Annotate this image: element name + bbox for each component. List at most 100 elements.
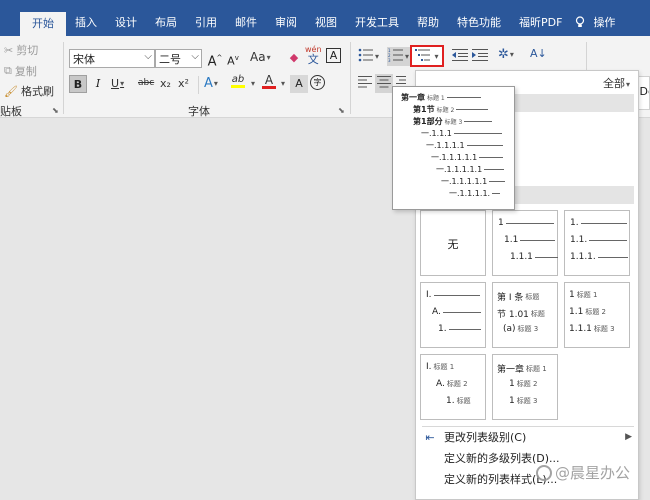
clear-formatting-button[interactable]: ◆ [285, 49, 303, 67]
italic-button[interactable]: I [89, 75, 107, 93]
watermark-logo-icon [536, 464, 552, 481]
shrink-font-button[interactable]: Av [224, 49, 242, 68]
highlight-color-bar [231, 85, 245, 88]
text-effects-button[interactable]: A ▾ [204, 76, 218, 91]
dropdown-icon: ▾ [509, 50, 514, 59]
tab-insert[interactable]: 插入 [66, 10, 106, 36]
preview-line: 一.1.1.1 [421, 128, 502, 139]
list-thumbnail-none[interactable]: 无 [420, 210, 486, 276]
tab-foxit-pdf[interactable]: 福昕PDF [510, 10, 571, 36]
list-thumbnail-outline[interactable]: I. A. 1. [420, 282, 486, 348]
font-color-button[interactable]: A [262, 74, 276, 89]
list-level-line: 1.1 [504, 235, 556, 245]
strikethrough-button[interactable]: abc [138, 78, 154, 88]
tab-developer[interactable]: 开发工具 [346, 10, 408, 36]
tab-design[interactable]: 设计 [106, 10, 146, 36]
character-shading-button[interactable]: A [290, 75, 308, 93]
list-thumbnail-chapter[interactable]: 第一章 标题 1 1 标题 2 1 标题 3 [492, 354, 558, 420]
superscript-button[interactable]: x² [178, 77, 189, 90]
highlight-button[interactable]: ab [231, 75, 245, 88]
sort-button[interactable]: A↓ [530, 47, 547, 60]
underline-button[interactable]: U ▾ [111, 77, 124, 90]
tab-mailings[interactable]: 邮件 [226, 10, 266, 36]
level-rule [580, 222, 627, 224]
font-color-dropdown-icon[interactable]: ▾ [281, 79, 285, 88]
list-thumbnail-heading-numeric[interactable]: 1 标题 1 1.1 标题 2 1.1.1 标题 3 [564, 282, 630, 348]
level-rule [446, 97, 481, 98]
bullets-button[interactable]: ▾ [358, 48, 379, 65]
font-name-combo[interactable]: 宋体 ⌵ [69, 49, 155, 68]
multilevel-list-button[interactable]: ▾ [410, 45, 444, 67]
preview-line: 第一章 标题 1 [401, 92, 481, 103]
align-left-button[interactable] [358, 76, 372, 91]
level-rule [433, 294, 480, 296]
list-thumbnail-article-section[interactable]: 第 I 条标题 节 1.01 标题 (a) 标题 3 [492, 282, 558, 348]
level-rule [456, 109, 489, 110]
level-rule [597, 256, 628, 258]
list-level-line: 1.1.1 标题 3 [569, 324, 615, 334]
list-thumbnail-heading-outline[interactable]: I. 标题 1 A. 标题 2 1. 标题 [420, 354, 486, 420]
gallery-filter-dropdown[interactable]: 全部▾ [603, 75, 630, 91]
change-level-icon: ⇤ [425, 430, 435, 444]
subscript-button[interactable]: x₂ [160, 77, 171, 90]
chinese-layout-button[interactable]: ✲ ▾ [498, 47, 514, 62]
list-preview-tooltip: 第一章 标题 1 第1节 标题 2 第1部分 标题 3 一.1.1.1 一.1.1.1… [392, 86, 515, 210]
group-divider [63, 42, 64, 114]
decrease-indent-button[interactable] [452, 48, 468, 65]
list-level-line: I. [426, 290, 480, 300]
tab-special-features[interactable]: 特色功能 [448, 10, 510, 36]
font-inner-divider [198, 76, 199, 94]
enclose-characters-button[interactable]: 字 [310, 75, 325, 90]
level-rule [466, 145, 503, 146]
level-rule [448, 328, 481, 330]
align-center-button[interactable] [375, 74, 393, 93]
paintbrush-icon: 🖌 [4, 84, 18, 98]
bold-button[interactable]: B [69, 75, 87, 93]
font-group-label: 字体 [188, 105, 210, 118]
level-rule [489, 181, 506, 182]
format-painter-button[interactable]: 🖌 格式刷 [4, 83, 54, 99]
chevron-down-icon: ⌵ [191, 51, 199, 62]
list-thumbnail-numeric[interactable]: 1 1.1 1.1.1 [492, 210, 558, 276]
tab-home[interactable]: 开始 [20, 12, 66, 36]
preview-line: 一.1.1.1.1.1 [431, 152, 504, 163]
tab-layout[interactable]: 布局 [146, 10, 186, 36]
preview-line: 一.1.1.1.1. [449, 188, 501, 199]
phonetic-guide-button[interactable]: wén 文 [305, 45, 322, 65]
tab-help[interactable]: 帮助 [408, 10, 448, 36]
title-bar [0, 0, 650, 10]
level-rule [534, 256, 558, 258]
list-level-line: I. 标题 1 [426, 362, 455, 372]
clipboard-dialog-launcher-icon[interactable]: ⬊ [52, 106, 59, 115]
grow-font-button[interactable]: A^ [206, 49, 224, 69]
tab-review[interactable]: 审阅 [266, 10, 306, 36]
increase-indent-button[interactable] [472, 48, 488, 65]
font-dialog-launcher-icon[interactable]: ⬊ [338, 106, 345, 115]
ribbon-tab-bar: 开始 插入 设计 布局 引用 邮件 审阅 视图 开发工具 帮助 特色功能 福昕P… [0, 10, 650, 36]
character-border-button[interactable]: A [326, 48, 341, 63]
list-level-line: A. [432, 307, 481, 317]
highlight-dropdown-icon[interactable]: ▾ [251, 79, 255, 88]
tab-tell-me[interactable]: 操作 [589, 10, 619, 36]
watermark: @晨星办公 [536, 462, 630, 483]
list-thumbnail-numeric-dot[interactable]: 1. 1.1. 1.1.1. [564, 210, 630, 276]
cut-button[interactable]: ✂ 剪切 [4, 42, 38, 58]
copy-button[interactable]: ⧉ 复制 [4, 63, 37, 79]
svg-text:3: 3 [388, 58, 391, 62]
change-list-level-menu-item[interactable]: ⇤ 更改列表级别(C) ▶ [416, 427, 638, 447]
font-size-combo[interactable]: 二号 ⌵ [155, 49, 202, 68]
level-rule [453, 133, 502, 134]
tab-references[interactable]: 引用 [186, 10, 226, 36]
numbering-button[interactable]: 123 ▾ [387, 47, 411, 66]
level-rule [589, 239, 628, 241]
list-level-line: (a) 标题 3 [503, 324, 539, 334]
lightbulb-icon [571, 15, 589, 31]
align-center-icon [377, 76, 391, 91]
list-level-line: 1 标题 1 [569, 290, 598, 300]
level-rule [492, 193, 501, 194]
change-case-button[interactable]: Aa ▾ [250, 50, 271, 64]
multilevel-list-icon [415, 48, 431, 65]
dropdown-icon: ▾ [213, 79, 218, 88]
tab-view[interactable]: 视图 [306, 10, 346, 36]
preview-line: 一.1.1.1.1.1 [441, 176, 506, 187]
